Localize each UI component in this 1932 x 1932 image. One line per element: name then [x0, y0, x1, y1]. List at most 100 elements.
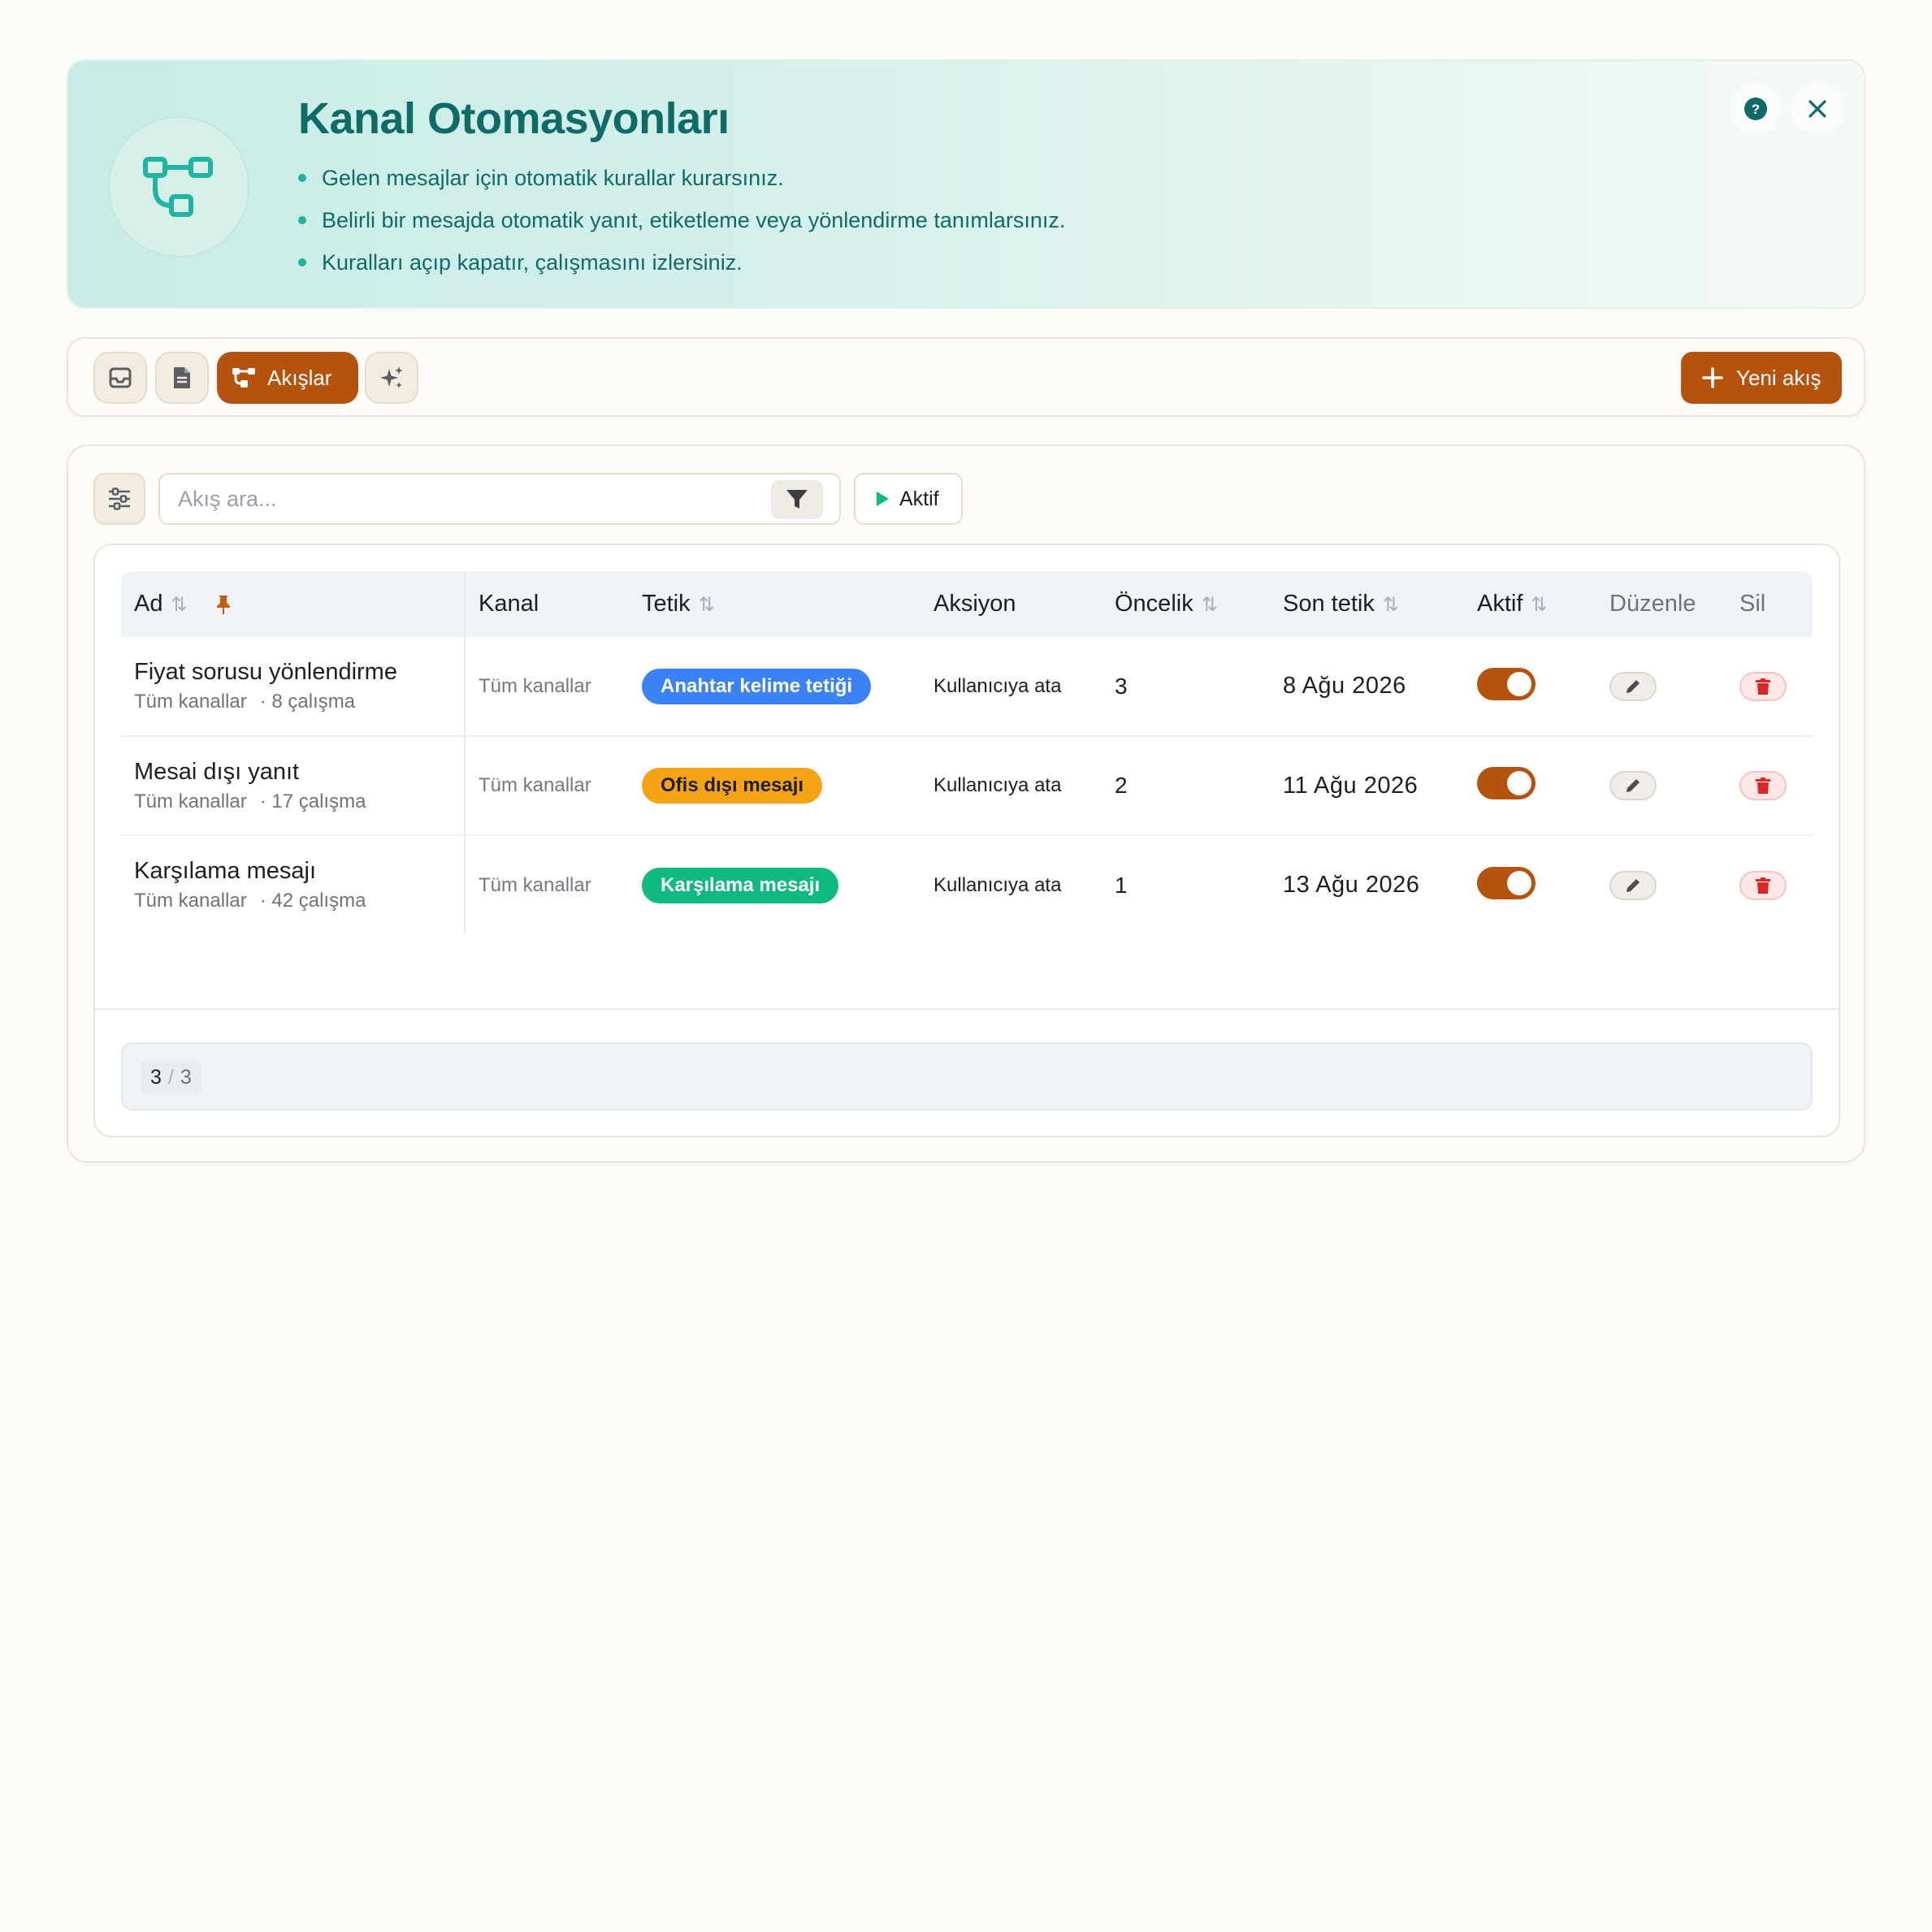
edit-button[interactable]: [1609, 870, 1657, 900]
tab-documents[interactable]: [155, 352, 209, 404]
cell-trigger: Anahtar kelime tetiği: [629, 637, 921, 736]
delete-button[interactable]: [1739, 771, 1787, 800]
page-title: Kanal Otomasyonları: [298, 94, 730, 143]
status-filter-label: Aktif: [899, 487, 939, 510]
filter-settings-button[interactable]: [93, 473, 145, 525]
flows-table-card: Ad ⇅ Kanal Tetik ⇅ Aksiyon Öncelik ⇅ Son te…: [93, 544, 1840, 1137]
cell-delete: [1726, 835, 1813, 934]
flow-name: Mesai dışı yanıt: [134, 758, 300, 785]
active-toggle[interactable]: [1477, 767, 1536, 799]
cell-action: Kullanıcıya ata: [934, 873, 1062, 896]
table-row[interactable]: Fiyat sorusu yönlendirme Tüm kanallar · 8…: [121, 637, 1813, 736]
pin-icon[interactable]: [215, 594, 232, 615]
cell-last-trigger: 8 Ağu 2026: [1283, 673, 1406, 699]
status-filter-chip[interactable]: Aktif: [854, 473, 963, 525]
flow-meta: Tüm kanallar · 17 çalışma: [134, 790, 366, 812]
plus-icon: [1702, 367, 1723, 388]
cell-name: Mesai dışı yanıt Tüm kanallar · 17 çalışm…: [121, 736, 466, 835]
cell-action: Kullanıcıya ata: [934, 774, 1062, 796]
cell-priority: 2: [1115, 773, 1128, 798]
sort-icon[interactable]: ⇅: [699, 594, 715, 616]
sort-icon[interactable]: ⇅: [171, 594, 187, 616]
pencil-icon: [1627, 878, 1640, 892]
trash-icon: [1756, 877, 1770, 894]
flows-panel: Aktif Ad⇅: [67, 444, 1865, 1163]
cell-delete: [1726, 637, 1813, 736]
cell-delete: [1726, 736, 1813, 835]
toolbar: Akışlar Yeni akış: [67, 337, 1865, 417]
help-button[interactable]: ?: [1730, 83, 1782, 135]
delete-button[interactable]: [1739, 671, 1787, 701]
sort-icon[interactable]: ⇅: [1202, 594, 1218, 616]
cell-priority: 3: [1115, 673, 1128, 699]
row-count: 3 / 3: [141, 1060, 201, 1094]
column-header-channel: Kanal: [479, 591, 539, 617]
trigger-badge: Ofis dışı mesajı: [642, 768, 823, 804]
sort-icon[interactable]: ⇅: [1531, 594, 1547, 616]
flows-table: Ad ⇅ Kanal Tetik ⇅ Aksiyon Öncelik ⇅ Son te…: [121, 571, 1813, 934]
trigger-badge: Karşılama mesajı: [642, 867, 839, 903]
feature-list: Gelen mesajlar için otomatik kurallar ku…: [298, 157, 1065, 284]
cell-active: [1464, 736, 1596, 835]
trash-icon: [1756, 678, 1770, 695]
cell-trigger: Ofis dışı mesajı: [629, 736, 921, 835]
sort-icon[interactable]: ⇅: [1383, 594, 1399, 616]
delete-button[interactable]: [1739, 870, 1787, 900]
active-toggle[interactable]: [1477, 866, 1536, 899]
column-header-active[interactable]: Aktif ⇅: [1464, 571, 1596, 637]
flow-meta: Tüm kanallar · 8 çalışma: [134, 691, 356, 713]
flow-name: Karşılama mesajı: [134, 858, 317, 884]
tab-flows[interactable]: Akışlar: [217, 352, 358, 404]
sparkle-icon: [380, 366, 403, 388]
trigger-badge: Anahtar kelime tetiği: [642, 668, 872, 704]
document-icon: [174, 367, 190, 388]
cell-edit: [1596, 637, 1726, 736]
feature-item: Gelen mesajlar için otomatik kurallar ku…: [298, 157, 1065, 199]
column-header-edit: Düzenle: [1609, 591, 1696, 617]
table-row[interactable]: Karşılama mesajı Tüm kanallar · 42 çalışm…: [121, 835, 1813, 934]
trash-icon: [1756, 778, 1770, 794]
flow-diagram-icon: [108, 116, 249, 258]
cell-last-trigger: 11 Ağu 2026: [1283, 772, 1419, 799]
pencil-icon: [1627, 679, 1640, 693]
close-button[interactable]: [1791, 83, 1843, 135]
cell-priority: 1: [1115, 872, 1128, 898]
table-header-row: Ad ⇅ Kanal Tetik ⇅ Aksiyon Öncelik ⇅ Son te…: [121, 571, 1813, 637]
cell-active: [1464, 637, 1596, 736]
column-header-priority[interactable]: Öncelik ⇅: [1102, 571, 1270, 637]
search-box: [158, 473, 841, 525]
edit-button[interactable]: [1609, 771, 1657, 800]
active-toggle[interactable]: [1477, 667, 1536, 700]
cell-trigger: Karşılama mesajı: [629, 835, 921, 934]
pencil-icon: [1627, 779, 1640, 792]
column-header-action: Aksiyon: [934, 591, 1016, 617]
new-flow-button[interactable]: Yeni akış: [1681, 352, 1842, 404]
flow-icon: [232, 368, 255, 388]
svg-text:?: ?: [1752, 102, 1760, 117]
column-header-name[interactable]: Ad ⇅: [121, 571, 466, 637]
feature-item: Belirli bir mesajda otomatik yanıt, etik…: [298, 199, 1065, 241]
column-header-trigger[interactable]: Tetik ⇅: [629, 571, 921, 637]
flow-name: Fiyat sorusu yönlendirme: [134, 659, 397, 685]
close-icon: [1809, 100, 1826, 118]
column-header-delete: Sil: [1739, 591, 1766, 617]
play-icon: [877, 492, 889, 506]
cell-channel: Tüm kanallar: [479, 774, 591, 796]
flow-meta: Tüm kanallar · 42 çalışma: [134, 890, 366, 912]
search-input[interactable]: [178, 474, 747, 523]
table-row[interactable]: Mesai dışı yanıt Tüm kanallar · 17 çalışm…: [121, 736, 1813, 835]
tab-inbox[interactable]: [93, 352, 147, 404]
cell-channel: Tüm kanallar: [479, 674, 591, 697]
new-flow-label: Yeni akış: [1736, 365, 1822, 390]
cell-edit: [1596, 835, 1726, 934]
cell-name: Karşılama mesajı Tüm kanallar · 42 çalışm…: [121, 835, 466, 934]
tab-ai[interactable]: [365, 352, 418, 404]
cell-channel: Tüm kanallar: [479, 873, 591, 896]
column-header-last-trigger[interactable]: Son tetik ⇅: [1270, 571, 1464, 637]
search-filter-button[interactable]: [771, 480, 823, 519]
funnel-icon: [786, 490, 808, 509]
cell-name: Fiyat sorusu yönlendirme Tüm kanallar · 8…: [121, 637, 466, 736]
edit-button[interactable]: [1609, 671, 1657, 701]
feature-item: Kuralları açıp kapatır, çalışmasını izle…: [298, 241, 1065, 284]
info-banner: Kanal Otomasyonları Gelen mesajlar için …: [67, 59, 1865, 309]
